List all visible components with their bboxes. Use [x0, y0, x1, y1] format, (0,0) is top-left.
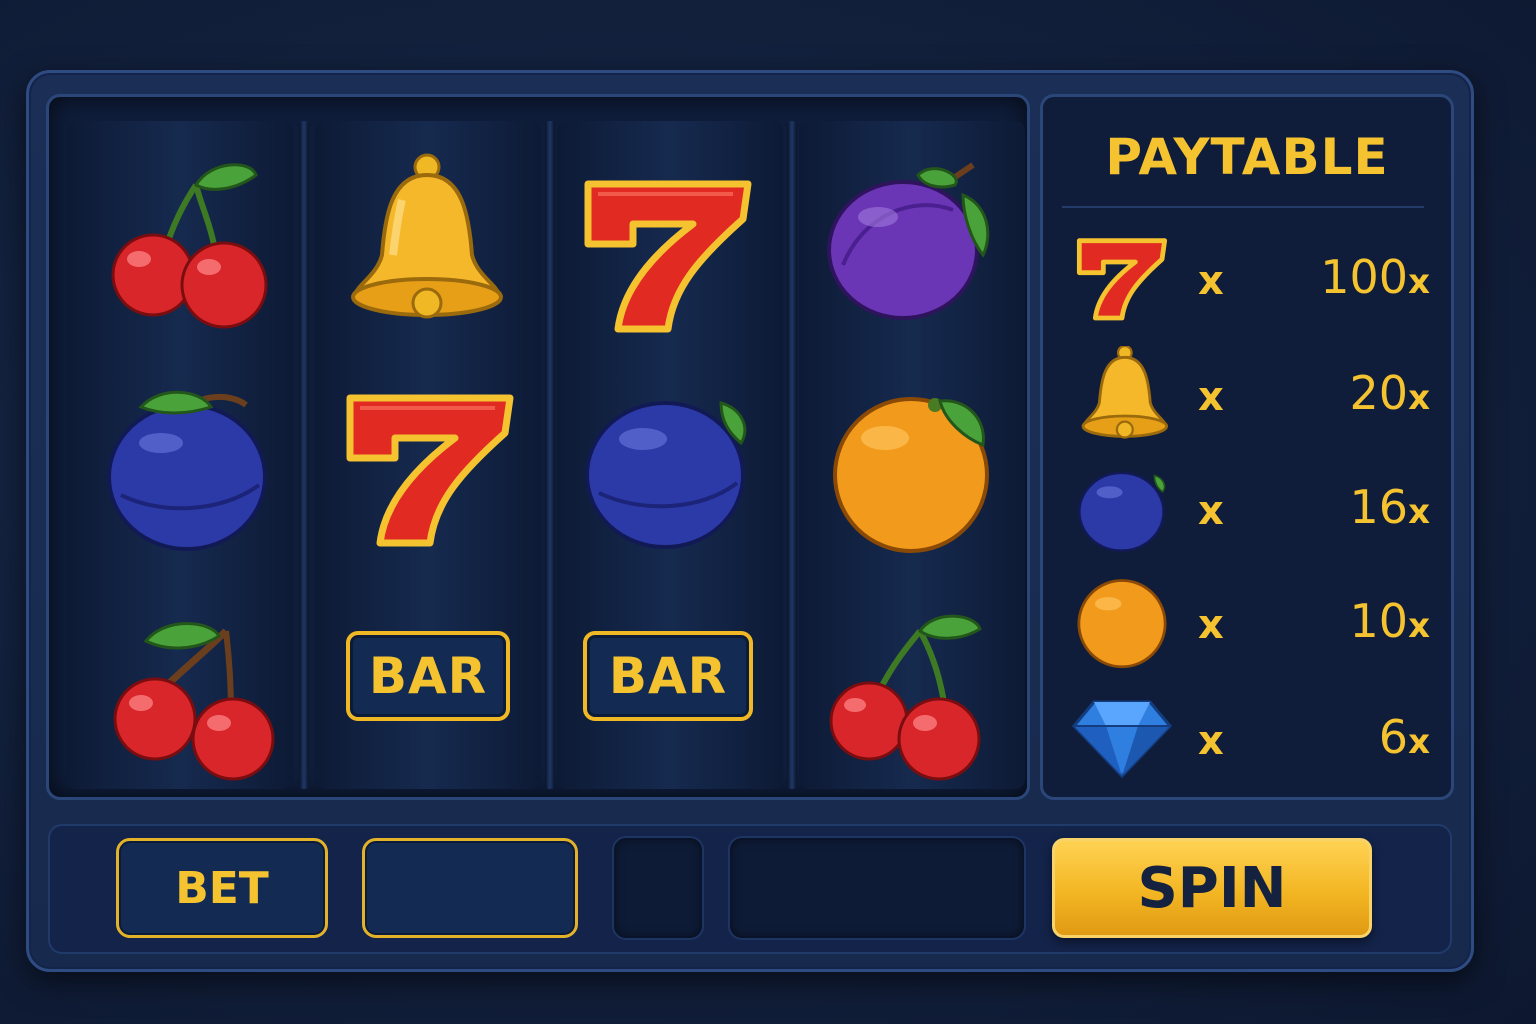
multiplier-symbol: x: [1198, 374, 1224, 420]
credits-slot: [612, 836, 704, 940]
payout-value: 10x: [1349, 594, 1430, 648]
paytable-row-plum: x 16x: [1066, 458, 1438, 558]
bar-icon: BAR: [338, 586, 518, 766]
bar-icon: BAR: [578, 586, 758, 766]
multiplier-symbol: x: [1198, 258, 1224, 304]
paytable-divider: [1062, 206, 1424, 208]
bet-button[interactable]: BET: [116, 838, 328, 938]
multiplier-symbol: x: [1198, 488, 1224, 534]
orange-icon: [820, 378, 1000, 558]
cherry-icon: [96, 606, 276, 786]
bell-icon: [332, 150, 512, 330]
multiplier-symbol: x: [1198, 602, 1224, 648]
bar-label: BAR: [583, 631, 753, 721]
cherry-icon: [96, 150, 276, 330]
bet-value-display: [362, 838, 578, 938]
payout-value: 16x: [1349, 480, 1430, 534]
payout-value: 20x: [1349, 366, 1430, 420]
multiplier-symbol: x: [1198, 718, 1224, 764]
plum-purple-icon: [818, 150, 998, 330]
seven-icon: [1072, 228, 1172, 328]
seven-icon: [340, 378, 520, 558]
diamond-icon: [1072, 688, 1172, 788]
bar-label: BAR: [346, 631, 510, 721]
reel-divider: [545, 121, 555, 789]
payout-value: 6x: [1378, 710, 1430, 764]
payout-value: 100x: [1320, 250, 1430, 304]
orange-icon: [1072, 572, 1172, 672]
plum-blue-icon: [96, 380, 276, 560]
paytable-row-diamond: x 6x: [1066, 688, 1438, 788]
paytable-row-orange: x 10x: [1066, 572, 1438, 672]
paytable-row-seven: x 100x: [1066, 228, 1438, 328]
bet-label: BET: [175, 862, 269, 914]
plum-blue-icon: [576, 378, 756, 558]
cherry-icon: [820, 604, 1000, 784]
bell-icon: [1072, 344, 1172, 444]
win-display: [728, 836, 1026, 940]
spin-label: SPIN: [1137, 855, 1287, 921]
reel-divider: [299, 121, 309, 789]
seven-icon: [578, 164, 758, 344]
plum-blue-icon: [1072, 458, 1172, 558]
reel-divider: [787, 121, 797, 789]
spin-button[interactable]: SPIN: [1052, 838, 1372, 938]
paytable-title: PAYTABLE: [1105, 128, 1389, 186]
paytable-row-bell: x 20x: [1066, 344, 1438, 444]
